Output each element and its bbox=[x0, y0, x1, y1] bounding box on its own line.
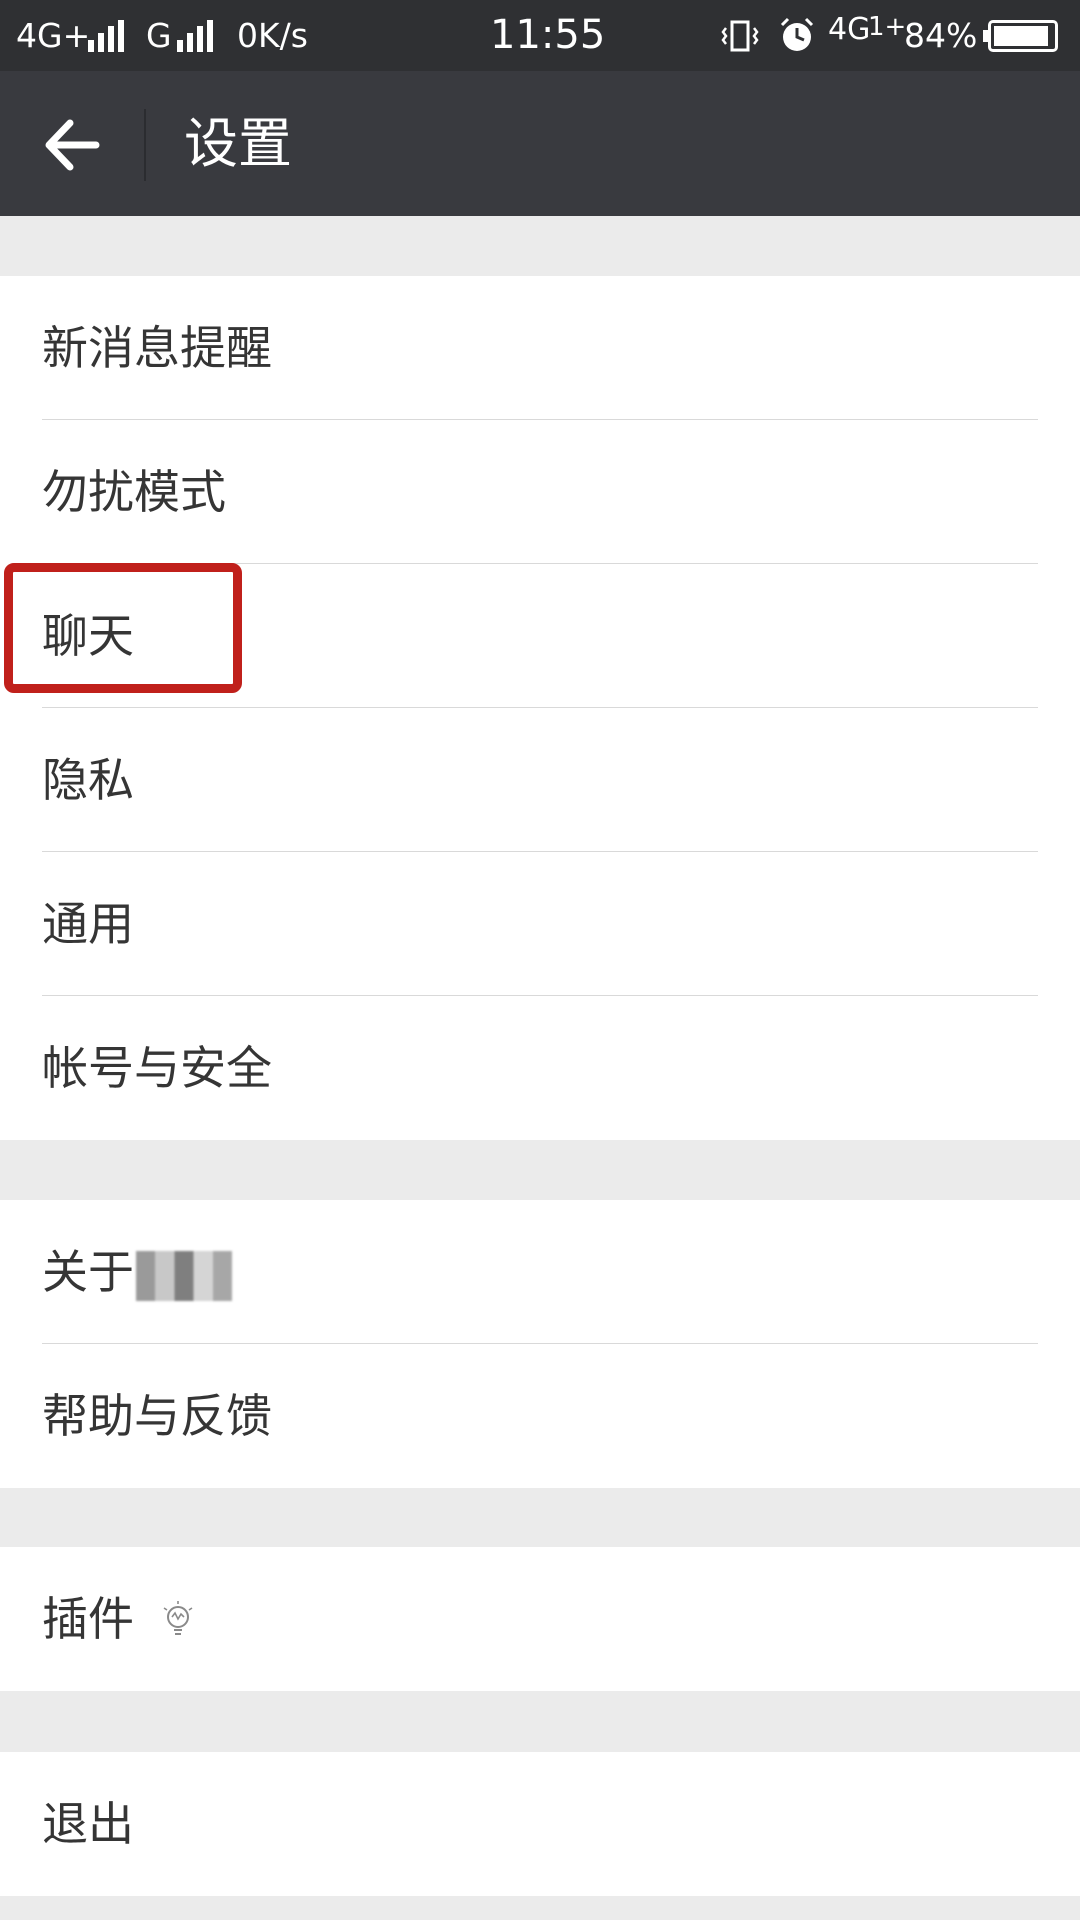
settings-item-general[interactable]: 通用 bbox=[0, 852, 1080, 996]
signal-icon bbox=[88, 20, 124, 52]
battery-icon bbox=[988, 20, 1058, 52]
title-divider bbox=[144, 109, 146, 181]
battery-tip bbox=[983, 30, 988, 42]
settings-item-privacy[interactable]: 隐私 bbox=[0, 708, 1080, 852]
settings-group-main: 新消息提醒 勿扰模式 聊天 隐私 通用 帐号与安全 bbox=[0, 276, 1080, 1140]
network-type-suffix: 1+ bbox=[868, 12, 907, 42]
settings-item-account-security[interactable]: 帐号与安全 bbox=[0, 996, 1080, 1140]
settings-item-do-not-disturb[interactable]: 勿扰模式 bbox=[0, 420, 1080, 564]
redacted-app-name bbox=[136, 1250, 232, 1301]
network-type-label: 4G+ bbox=[16, 16, 91, 55]
settings-item-label: 聊天 bbox=[42, 609, 134, 663]
battery-fill bbox=[994, 26, 1048, 46]
settings-item-label: 关于 bbox=[42, 1245, 134, 1299]
settings-item-logout[interactable]: 退出 bbox=[0, 1752, 1080, 1896]
settings-item-new-message-alerts[interactable]: 新消息提醒 bbox=[0, 276, 1080, 420]
settings-item-help-feedback[interactable]: 帮助与反馈 bbox=[0, 1344, 1080, 1488]
settings-item-label-wrap: 关于 bbox=[42, 1200, 232, 1344]
signal-icon bbox=[177, 20, 213, 52]
title-bar: 设置 bbox=[0, 71, 1080, 216]
page-title: 设置 bbox=[184, 112, 292, 175]
settings-group-plugins: 插件 bbox=[0, 1547, 1080, 1691]
settings-item-label: 隐私 bbox=[42, 753, 134, 807]
clock: 11:55 bbox=[490, 12, 606, 58]
back-arrow-icon bbox=[45, 119, 100, 171]
settings-item-label: 退出 bbox=[42, 1797, 134, 1851]
settings-item-label: 通用 bbox=[42, 897, 134, 951]
vibrate-icon bbox=[721, 20, 759, 52]
settings-item-chat[interactable]: 聊天 bbox=[0, 564, 1080, 708]
settings-group-logout: 退出 bbox=[0, 1752, 1080, 1896]
back-button[interactable] bbox=[36, 109, 108, 181]
settings-item-about[interactable]: 关于 bbox=[0, 1200, 1080, 1344]
settings-item-label: 勿扰模式 bbox=[42, 465, 226, 519]
network-type-label: G bbox=[146, 16, 172, 55]
settings-item-plugins[interactable]: 插件 bbox=[0, 1547, 1080, 1691]
settings-item-label: 帮助与反馈 bbox=[42, 1389, 272, 1443]
lightbulb-icon bbox=[163, 1601, 193, 1635]
settings-item-label: 新消息提醒 bbox=[42, 321, 272, 375]
settings-group-about: 关于 帮助与反馈 bbox=[0, 1200, 1080, 1488]
alarm-icon bbox=[780, 17, 814, 51]
status-bar: 4G+ G 0K/s 11:55 4G 1+ 84% bbox=[0, 0, 1080, 71]
network-speed: 0K/s bbox=[237, 16, 308, 55]
settings-item-label: 帐号与安全 bbox=[42, 1041, 272, 1095]
settings-item-label: 插件 bbox=[42, 1592, 134, 1646]
network-type-label: 4G bbox=[828, 12, 871, 47]
battery-percent: 84% bbox=[904, 16, 978, 55]
